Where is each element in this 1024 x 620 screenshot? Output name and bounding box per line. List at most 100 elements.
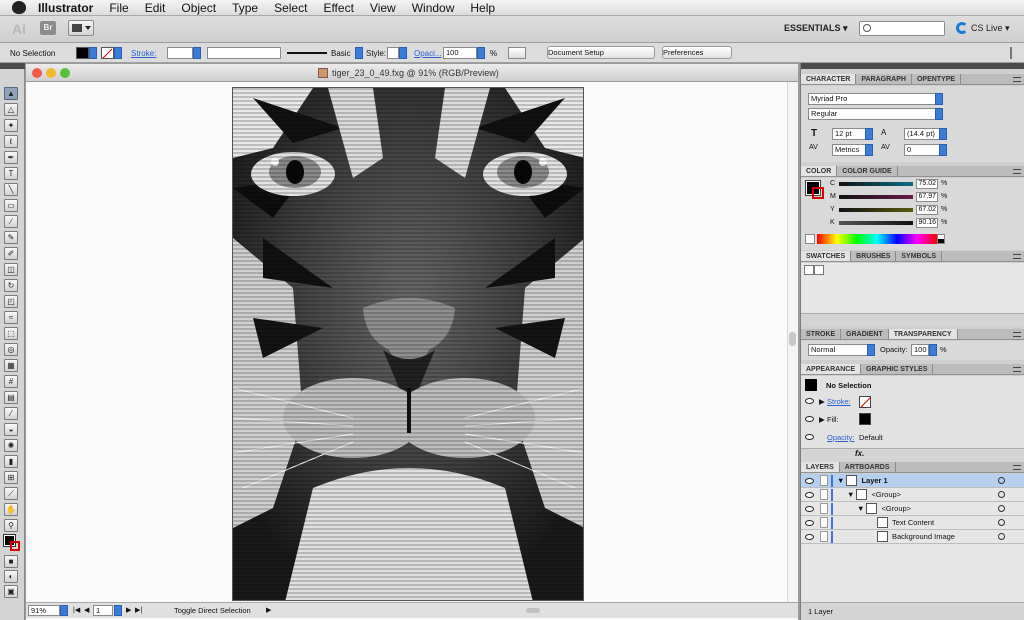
appearance-stroke-label[interactable]: Stroke: [827,397,851,406]
tracking-dropdown-icon[interactable] [939,144,947,156]
expand-triangle-icon[interactable]: ▼ [847,490,854,499]
blend-mode-dropdown-icon[interactable] [867,344,875,356]
layer-target-icon[interactable] [998,533,1005,540]
draw-mode-icon[interactable]: ◐ [4,570,18,583]
menu-type[interactable]: Type [232,1,258,15]
leading-field[interactable]: (14.4 pt) [904,128,940,140]
blend-tool-icon[interactable]: ◒ [4,423,18,436]
style-swatch[interactable] [387,47,399,59]
layer-row[interactable]: ▼ Layer 1 [801,474,1024,488]
color-mode-icon[interactable]: ■ [4,555,18,568]
menu-file[interactable]: File [109,1,128,15]
lock-toggle[interactable] [820,531,828,542]
opacity-dropdown-icon[interactable] [477,47,485,59]
stroke-visibility-icon[interactable] [805,398,814,404]
menu-object[interactable]: Object [181,1,216,15]
slice-tool-icon[interactable]: ⟋ [4,487,18,500]
expand-triangle-icon[interactable]: ▼ [837,476,844,485]
tab-swatches[interactable]: SWATCHES [801,251,852,261]
horizontal-scroll-thumb[interactable] [526,608,540,613]
search-input[interactable] [859,21,945,36]
artboard-tool-icon[interactable]: ⊞ [4,471,18,484]
font-style-field[interactable]: Regular [808,108,936,120]
zoom-tool-icon[interactable]: ⚲ [4,519,18,532]
cyan-slider[interactable] [839,182,913,186]
layer-target-icon[interactable] [998,505,1005,512]
minimize-window-icon[interactable] [46,68,56,78]
appearance-fill-swatch[interactable] [859,413,871,425]
fill-stroke-icon[interactable] [3,534,20,551]
font-size-dropdown-icon[interactable] [865,128,873,140]
color-panel-menu-icon[interactable] [1013,169,1021,174]
artboard-number-field[interactable]: 1 [93,605,113,616]
fill-visibility-icon[interactable] [805,416,814,422]
lasso-tool-icon[interactable]: ℓ [4,135,18,148]
black-value[interactable]: 90.16 [916,218,938,228]
status-menu-arrow-icon[interactable]: ▶ [266,606,271,614]
selection-tool-icon[interactable]: ▲ [4,87,18,100]
appearance-panel-menu-icon[interactable] [1013,367,1021,372]
yellow-value[interactable]: 67.02 [916,205,938,215]
tab-opentype[interactable]: OPENTYPE [912,74,962,84]
opacity-field[interactable]: 100 [443,47,485,59]
leading-dropdown-icon[interactable] [939,128,947,140]
hand-tool-icon[interactable]: ✋ [4,503,18,516]
artboard-tiger-image[interactable] [232,87,584,601]
font-family-field[interactable]: Myriad Pro [808,93,936,105]
arrange-documents-button[interactable] [68,20,94,36]
graphic-style-picker[interactable] [387,47,407,59]
document-setup-button[interactable]: Document Setup [547,46,655,59]
visibility-eye-icon[interactable] [805,505,814,512]
menu-select[interactable]: Select [274,1,307,15]
swatches-panel-menu-icon[interactable] [1013,254,1021,259]
fill-expand-icon[interactable]: ▶ [819,415,825,424]
shape-builder-tool-icon[interactable]: ◎ [4,343,18,356]
brush-dropdown-icon[interactable] [354,47,363,59]
brush-definition[interactable]: Basic [287,47,363,59]
layer-target-icon[interactable] [998,519,1005,526]
recolor-icon[interactable] [508,47,526,59]
kerning-field[interactable]: Metrics [832,144,866,156]
symbol-sprayer-tool-icon[interactable]: ✺ [4,439,18,452]
tab-layers[interactable]: LAYERS [801,462,840,472]
stroke-none-swatch[interactable] [101,47,114,59]
next-artboard-icon[interactable]: ▶ [126,606,131,614]
menu-view[interactable]: View [370,1,396,15]
fx-icon[interactable]: fx. [855,449,864,458]
blob-brush-tool-icon[interactable]: ✐ [4,247,18,260]
appearance-opacity-label[interactable]: Opacity: [827,433,855,442]
pencil-tool-icon[interactable]: ✎ [4,231,18,244]
bridge-button[interactable]: Br [40,21,56,35]
previous-artboard-icon[interactable]: ◀ [84,606,89,614]
profile-field[interactable] [207,47,281,59]
swatch-registration[interactable] [814,265,824,275]
preferences-button[interactable]: Preferences [662,46,732,59]
stroke-weight-input[interactable] [167,47,193,59]
rectangle-tool-icon[interactable]: ▭ [4,199,18,212]
transparency-opacity-field[interactable]: 100 [911,344,929,356]
screen-mode-icon[interactable]: ▣ [4,585,18,598]
fill-dropdown-icon[interactable] [89,47,97,59]
fill-color-control[interactable] [76,47,97,59]
control-bar-menu-icon[interactable] [1010,47,1012,59]
cyan-value[interactable]: 75.02 [916,179,938,189]
tab-color[interactable]: COLOR [801,166,838,176]
variable-width-profile[interactable] [207,47,281,59]
layer-row[interactable]: Background Image [801,530,1024,544]
lock-toggle[interactable] [820,517,828,528]
stroke-weight-dropdown-icon[interactable] [193,47,201,59]
transparency-opacity-dropdown-icon[interactable] [929,344,937,356]
first-artboard-icon[interactable]: |◀ [73,606,80,614]
opacity-label[interactable]: Opaci... [414,47,442,59]
visibility-eye-icon[interactable] [805,519,814,526]
expand-triangle-icon[interactable]: ▼ [857,504,864,513]
rotate-tool-icon[interactable]: ↻ [4,279,18,292]
workspace-switcher[interactable]: ESSENTIALS ▾ [784,23,848,34]
opacity-visibility-icon[interactable] [805,434,814,440]
free-transform-tool-icon[interactable]: ⬚ [4,327,18,340]
close-window-icon[interactable] [32,68,42,78]
layer-row[interactable]: Text Content [801,516,1024,530]
lock-toggle[interactable] [820,503,828,514]
menu-help[interactable]: Help [470,1,495,15]
blend-mode-field[interactable]: Normal [808,344,870,356]
